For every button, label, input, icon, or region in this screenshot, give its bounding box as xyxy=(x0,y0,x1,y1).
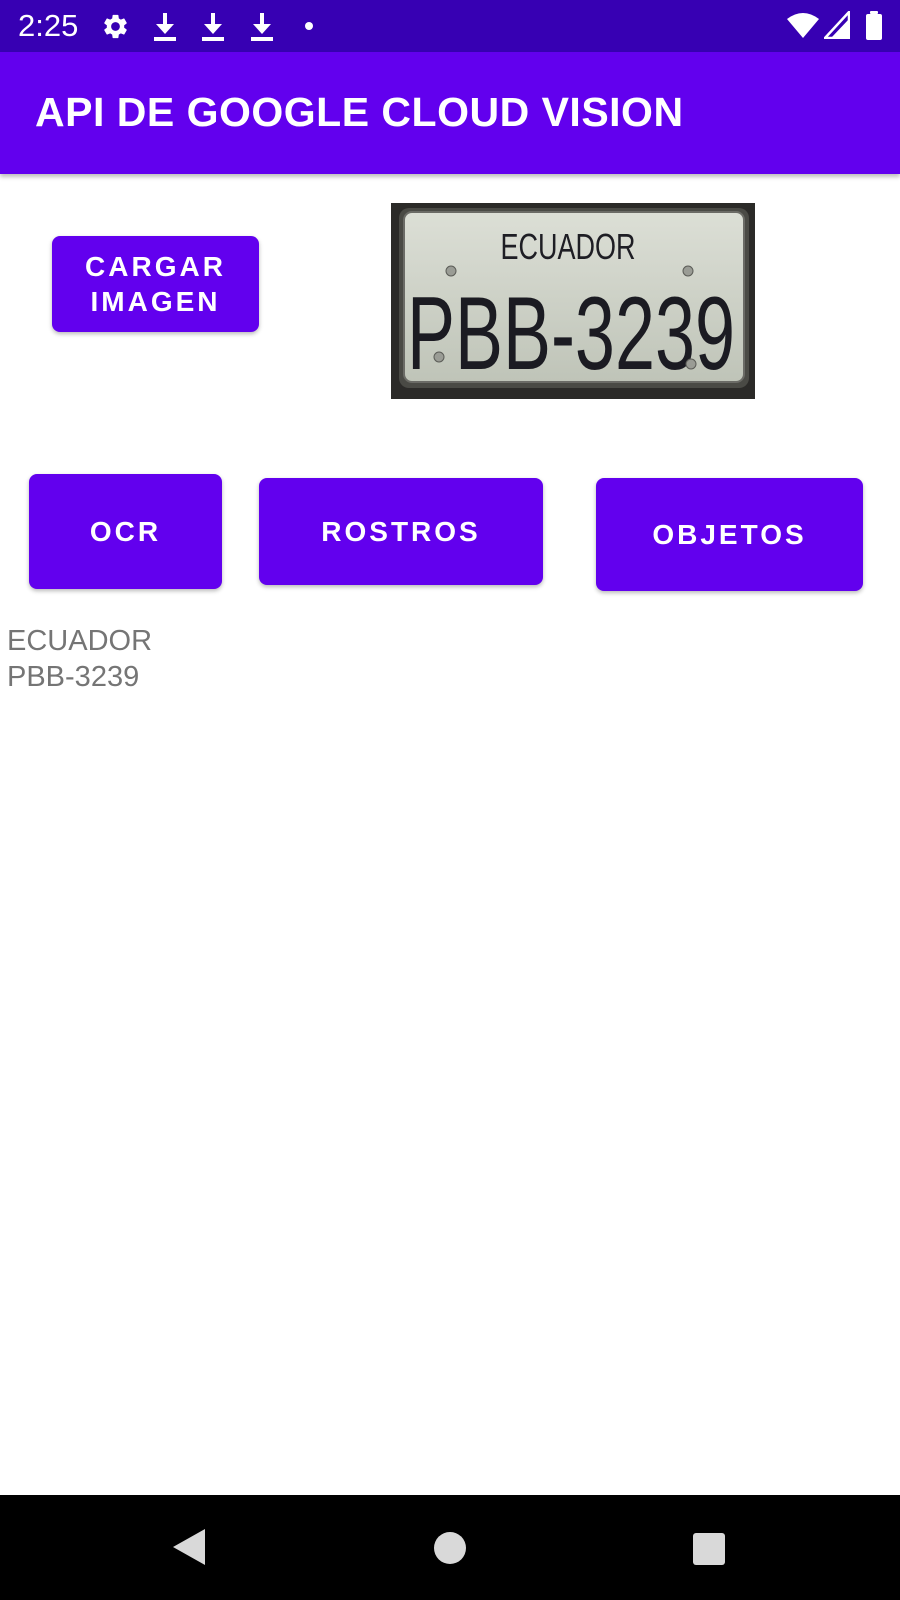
app-bar: API DE GOOGLE CLOUD VISION xyxy=(0,52,900,174)
notification-dot-icon xyxy=(305,22,313,30)
download-icon xyxy=(202,13,224,41)
navigation-bar xyxy=(0,1495,900,1600)
cell-signal-icon xyxy=(824,11,850,39)
settings-icon xyxy=(104,14,127,39)
faces-button[interactable]: ROSTROS xyxy=(259,478,543,585)
home-icon[interactable] xyxy=(433,1531,467,1565)
result-line: ECUADOR xyxy=(7,625,153,657)
wifi-icon xyxy=(787,13,819,38)
plate-country-text: ECUADOR xyxy=(501,226,636,267)
download-icon xyxy=(154,13,176,41)
ocr-button[interactable]: OCR xyxy=(29,474,222,589)
objects-button[interactable]: OBJETOS xyxy=(596,478,863,591)
license-plate-image: ECUADOR PBB-3239 xyxy=(391,203,755,399)
back-icon[interactable] xyxy=(171,1527,207,1567)
plate-screw xyxy=(433,351,445,363)
download-icon xyxy=(251,13,273,41)
app-title: API DE GOOGLE CLOUD VISION xyxy=(35,89,684,135)
battery-icon xyxy=(866,11,882,40)
status-time: 2:25 xyxy=(18,8,79,43)
faces-button-label: ROSTROS xyxy=(321,516,481,547)
result-line: PBB-3239 xyxy=(7,661,140,693)
plate-number-text: PBB-3239 xyxy=(407,276,735,392)
status-bar: 2:25 xyxy=(0,0,900,52)
recents-icon[interactable] xyxy=(692,1532,726,1566)
objects-button-label: OBJETOS xyxy=(652,519,807,550)
result-text: ECUADOR PBB-3239 xyxy=(7,623,887,695)
ocr-button-label: OCR xyxy=(89,516,162,547)
plate-screw xyxy=(445,265,457,277)
load-image-button-label: CARGAR IMAGEN xyxy=(85,251,226,317)
plate-screw xyxy=(682,265,694,277)
plate-screw xyxy=(685,358,697,370)
load-image-button[interactable]: CARGAR IMAGEN xyxy=(52,236,259,332)
